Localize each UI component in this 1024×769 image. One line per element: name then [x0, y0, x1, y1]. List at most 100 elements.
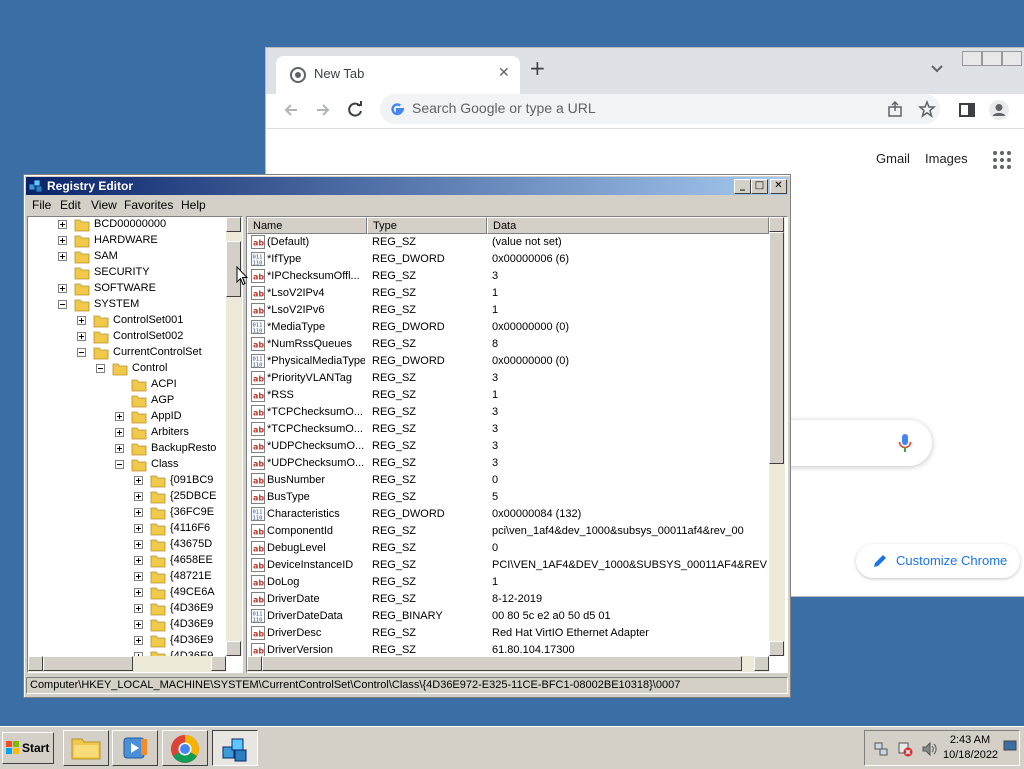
registry-value-row[interactable]: ab *UDPChecksumO... REG_SZ 3	[247, 455, 767, 472]
registry-value-row[interactable]: ab DriverDesc REG_SZ Red Hat VirtIO Etherne…	[247, 625, 767, 642]
registry-value-row[interactable]: ab *LsoV2IPv6 REG_SZ 1	[247, 302, 767, 319]
registry-value-row[interactable]: ab DeviceInstanceID REG_SZ PCI\VEN_1AF4&DEV…	[247, 557, 767, 574]
expand-plus-icon[interactable]	[134, 636, 143, 645]
forward-arrow-icon[interactable]	[312, 99, 334, 121]
tree-scroll-right-button[interactable]	[211, 656, 226, 671]
clock-date[interactable]: 10/18/2022	[943, 749, 998, 761]
collapse-minus-icon[interactable]	[77, 348, 86, 357]
menu-view[interactable]: View	[91, 198, 117, 212]
expand-plus-icon[interactable]	[77, 316, 86, 325]
tree-node[interactable]: {4116F6	[28, 521, 226, 537]
expand-plus-icon[interactable]	[58, 220, 67, 229]
column-header-type[interactable]: Type	[367, 217, 487, 234]
tree-node[interactable]: AppID	[28, 409, 226, 425]
expand-plus-icon[interactable]	[134, 524, 143, 533]
taskbar-explorer-button[interactable]	[63, 730, 109, 766]
tree-node[interactable]: {4D36E9	[28, 601, 226, 617]
registry-value-row[interactable]: ab *TCPChecksumO... REG_SZ 3	[247, 421, 767, 438]
tree-scroll-up-button[interactable]	[226, 217, 241, 232]
tree-node[interactable]: {25DBCE	[28, 489, 226, 505]
tree-hscroll-thumb[interactable]	[43, 656, 133, 671]
new-tab-button[interactable]: +	[529, 58, 546, 78]
values-scroll-up-button[interactable]	[769, 217, 784, 232]
tree-horizontal-scrollbar[interactable]	[28, 656, 226, 672]
reload-icon[interactable]	[344, 99, 366, 121]
expand-plus-icon[interactable]	[134, 604, 143, 613]
collapse-minus-icon[interactable]	[58, 300, 67, 309]
omnibox[interactable]: Search Google or type a URL	[380, 94, 940, 124]
registry-value-row[interactable]: 011 110 Characteristics REG_DWORD 0x00000084…	[247, 506, 767, 523]
registry-value-row[interactable]: ab (Default) REG_SZ (value not set)	[247, 234, 767, 251]
values-vertical-scrollbar[interactable]	[769, 217, 785, 656]
registry-value-row[interactable]: ab BusType REG_SZ 5	[247, 489, 767, 506]
registry-value-row[interactable]: ab ComponentId REG_SZ pci\ven_1af4&dev_1000…	[247, 523, 767, 540]
expand-plus-icon[interactable]	[134, 476, 143, 485]
tree-node[interactable]: {49CE6A	[28, 585, 226, 601]
taskbar-regedit-button[interactable]	[212, 730, 258, 766]
expand-plus-icon[interactable]	[134, 556, 143, 565]
registry-value-row[interactable]: ab *LsoV2IPv4 REG_SZ 1	[247, 285, 767, 302]
expand-plus-icon[interactable]	[134, 508, 143, 517]
tree-node[interactable]: SAM	[28, 249, 226, 265]
registry-value-row[interactable]: ab *NumRssQueues REG_SZ 8	[247, 336, 767, 353]
profile-avatar-icon[interactable]	[988, 99, 1010, 121]
registry-value-row[interactable]: ab *UDPChecksumO... REG_SZ 3	[247, 438, 767, 455]
regedit-minimize-button[interactable]: _	[734, 179, 751, 194]
tree-node[interactable]: SYSTEM	[28, 297, 226, 313]
registry-value-row[interactable]: ab DoLog REG_SZ 1	[247, 574, 767, 591]
tree-node[interactable]: HARDWARE	[28, 233, 226, 249]
bookmark-star-icon[interactable]	[918, 100, 936, 118]
registry-value-row[interactable]: 011 110 *IfType REG_DWORD 0x00000006 (6)	[247, 251, 767, 268]
tree-node[interactable]: SOFTWARE	[28, 281, 226, 297]
tree-node[interactable]: {4D36E9	[28, 617, 226, 633]
values-horizontal-scrollbar[interactable]	[247, 656, 769, 672]
show-desktop-icon[interactable]	[1003, 739, 1017, 753]
tree-node[interactable]: CurrentControlSet	[28, 345, 226, 361]
values-scroll-thumb[interactable]	[769, 232, 784, 464]
values-scroll-right-button[interactable]	[754, 656, 769, 671]
column-header-name[interactable]: Name	[247, 217, 367, 234]
menu-help[interactable]: Help	[181, 198, 206, 212]
collapse-minus-icon[interactable]	[115, 460, 124, 469]
tree-node[interactable]: ControlSet002	[28, 329, 226, 345]
expand-plus-icon[interactable]	[58, 236, 67, 245]
tree-node[interactable]: ControlSet001	[28, 313, 226, 329]
taskbar-chrome-button[interactable]	[162, 730, 208, 766]
chrome-minimize-button[interactable]	[962, 51, 982, 66]
network-icon[interactable]	[873, 741, 889, 757]
tree-node[interactable]: BackupResto	[28, 441, 226, 457]
column-header-data[interactable]: Data	[487, 217, 769, 234]
voice-search-mic-icon[interactable]	[898, 433, 912, 453]
registry-value-row[interactable]: 011 110 DriverDateData REG_BINARY 00 80 5c e…	[247, 608, 767, 625]
expand-plus-icon[interactable]	[134, 588, 143, 597]
regedit-title-bar[interactable]: Registry Editor _ □ ✕	[26, 177, 788, 195]
tab-search-chevron-icon[interactable]	[930, 62, 944, 76]
customize-chrome-button[interactable]: Customize Chrome	[856, 544, 1020, 578]
regedit-maximize-button[interactable]: □	[751, 179, 768, 194]
share-icon[interactable]	[886, 100, 904, 118]
expand-plus-icon[interactable]	[77, 332, 86, 341]
back-arrow-icon[interactable]	[280, 99, 302, 121]
expand-plus-icon[interactable]	[134, 620, 143, 629]
expand-plus-icon[interactable]	[115, 428, 124, 437]
tree-node[interactable]: ACPI	[28, 377, 226, 393]
tree-node[interactable]: BCD00000000	[28, 217, 226, 233]
tree-node[interactable]: {43675D	[28, 537, 226, 553]
registry-value-row[interactable]: ab *RSS REG_SZ 1	[247, 387, 767, 404]
start-button[interactable]: Start	[2, 732, 54, 764]
tree-node[interactable]: SECURITY	[28, 265, 226, 281]
tree-node[interactable]: Control	[28, 361, 226, 377]
registry-value-row[interactable]: ab *TCPChecksumO... REG_SZ 3	[247, 404, 767, 421]
registry-value-row[interactable]: ab DebugLevel REG_SZ 0	[247, 540, 767, 557]
expand-plus-icon[interactable]	[58, 252, 67, 261]
collapse-minus-icon[interactable]	[96, 364, 105, 373]
chrome-maximize-button[interactable]	[982, 51, 1002, 66]
tab-close-icon[interactable]: ✕	[498, 65, 510, 81]
tree-node[interactable]: {36FC9E	[28, 505, 226, 521]
expand-plus-icon[interactable]	[115, 444, 124, 453]
menu-edit[interactable]: Edit	[60, 198, 81, 212]
registry-values-pane[interactable]: Name Type Data ab (Default) REG_SZ (value n…	[246, 216, 788, 673]
expand-plus-icon[interactable]	[134, 540, 143, 549]
tree-node[interactable]: Class	[28, 457, 226, 473]
expand-plus-icon[interactable]	[134, 492, 143, 501]
